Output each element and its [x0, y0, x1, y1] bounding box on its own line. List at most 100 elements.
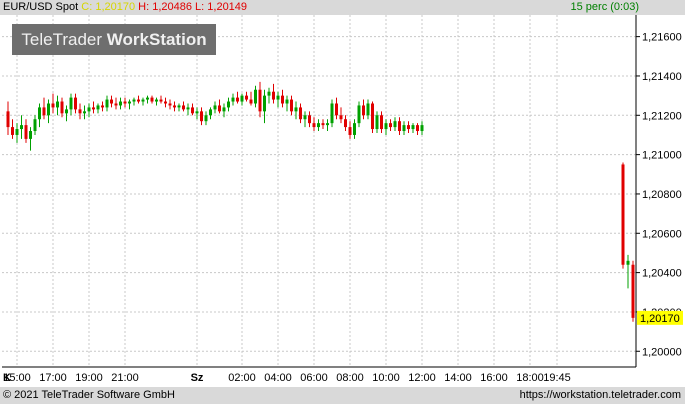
- candle-body: [74, 97, 77, 110]
- y-tick-label: 1,21600: [642, 32, 682, 44]
- watermark-logo: TeleTrader WorkStation: [12, 24, 216, 55]
- candle-body: [276, 95, 280, 100]
- candle-body: [65, 109, 68, 114]
- candle-body: [42, 107, 46, 116]
- chart-header: EUR/USD Spot C: 1,20170 H: 1,20486 L: 1,…: [0, 0, 685, 15]
- candle-body: [254, 89, 257, 104]
- candle-body: [353, 123, 356, 135]
- watermark-product: WorkStation: [106, 30, 207, 49]
- y-tick-label: 1,20400: [642, 268, 682, 280]
- candle-body: [159, 99, 163, 102]
- candle-body: [92, 107, 95, 110]
- candle-body: [177, 105, 181, 108]
- candle-body: [389, 123, 392, 128]
- watermark-brand: TeleTrader: [21, 30, 103, 49]
- candle-body: [186, 107, 190, 110]
- candle-body: [245, 95, 248, 100]
- chart-window: 1,21600 1,21400 1,21200 1,21000 1,20800 1,206…: [0, 0, 685, 404]
- symbol-label: EUR/USD Spot: [3, 1, 79, 13]
- x-tick-label: 06:00: [300, 372, 328, 384]
- y-tick-label: 1,21200: [642, 110, 682, 122]
- candle-body: [110, 99, 113, 104]
- candle-body: [195, 111, 199, 114]
- website-link[interactable]: https://workstation.teletrader.com: [520, 387, 681, 404]
- candle-body: [272, 91, 275, 100]
- candle-body: [631, 264, 635, 318]
- candle-body: [141, 99, 145, 102]
- candle-body: [326, 123, 329, 126]
- candle-body: [173, 105, 176, 108]
- candle-body: [621, 164, 625, 265]
- candle-body: [393, 121, 397, 128]
- candle-body: [222, 107, 226, 112]
- high-label: H: 1,20486: [138, 1, 192, 13]
- candle-body: [312, 123, 316, 128]
- candle-body: [83, 111, 86, 114]
- candle-body: [348, 127, 352, 135]
- x-tick-label: 04:00: [264, 372, 292, 384]
- candle-body: [375, 115, 379, 130]
- candle-body: [357, 105, 361, 124]
- candle-body: [209, 109, 212, 116]
- candle-body: [164, 101, 167, 104]
- candle-body: [258, 89, 262, 112]
- x-tick-label: 12:00: [408, 372, 436, 384]
- candle-body: [398, 121, 401, 132]
- grid: [2, 15, 636, 367]
- candle-body: [96, 105, 100, 110]
- candle-body: [168, 103, 172, 106]
- candle-body: [420, 125, 424, 132]
- x-tick-label: 15:00: [3, 372, 31, 384]
- candle-body: [411, 125, 415, 130]
- candle-body: [290, 99, 293, 112]
- candle-body: [317, 123, 320, 128]
- candle-body: [321, 123, 325, 126]
- candle-body: [240, 95, 244, 102]
- candle-body: [182, 105, 185, 110]
- candle-body: [47, 103, 50, 116]
- y-tick-label: 1,20600: [642, 228, 682, 240]
- candle-body: [6, 111, 10, 128]
- x-tick-label: 19:45: [543, 372, 571, 384]
- candle-body: [150, 97, 154, 102]
- price-chart[interactable]: 1,21600 1,21400 1,21200 1,21000 1,20800 1,206…: [0, 0, 685, 404]
- candle-body: [146, 97, 149, 100]
- candle-body: [263, 95, 266, 112]
- candle-body: [51, 103, 55, 108]
- candle-body: [20, 125, 23, 130]
- candle-body: [384, 123, 388, 130]
- candle-body: [308, 115, 311, 124]
- y-tick-label: 1,20000: [642, 346, 682, 358]
- candle-body: [335, 103, 338, 116]
- candle-body: [380, 115, 383, 130]
- candle-body: [15, 129, 19, 135]
- candle-body: [105, 99, 109, 108]
- candle-body: [213, 105, 217, 110]
- candle-body: [294, 107, 298, 112]
- interval-label: 15 perc (0:03): [570, 1, 639, 13]
- candle-body: [24, 125, 28, 139]
- candle-body: [101, 105, 104, 108]
- x-tick-label: 19:00: [75, 372, 103, 384]
- close-label: C: 1,20170: [81, 1, 136, 13]
- plot-area: [2, 15, 636, 367]
- candle-body: [114, 103, 118, 106]
- candle-body: [155, 99, 158, 102]
- candle-body: [128, 101, 131, 104]
- candle-body: [123, 101, 127, 104]
- candle-body: [267, 91, 271, 96]
- candle-body: [200, 111, 203, 122]
- candle-body: [119, 101, 122, 106]
- candle-body: [29, 131, 32, 139]
- x-tick-label: 10:00: [372, 372, 400, 384]
- candle-body: [137, 99, 140, 102]
- candle-body: [407, 125, 410, 130]
- candle-body: [60, 101, 64, 114]
- candle-body: [303, 115, 307, 120]
- last-price-label: 1,20170: [640, 313, 680, 325]
- x-tick-label: 18:00: [516, 372, 544, 384]
- candle-body: [191, 107, 194, 114]
- x-tick-label: 21:00: [111, 372, 139, 384]
- x-tick-label: 17:00: [39, 372, 67, 384]
- candle-body: [402, 125, 406, 132]
